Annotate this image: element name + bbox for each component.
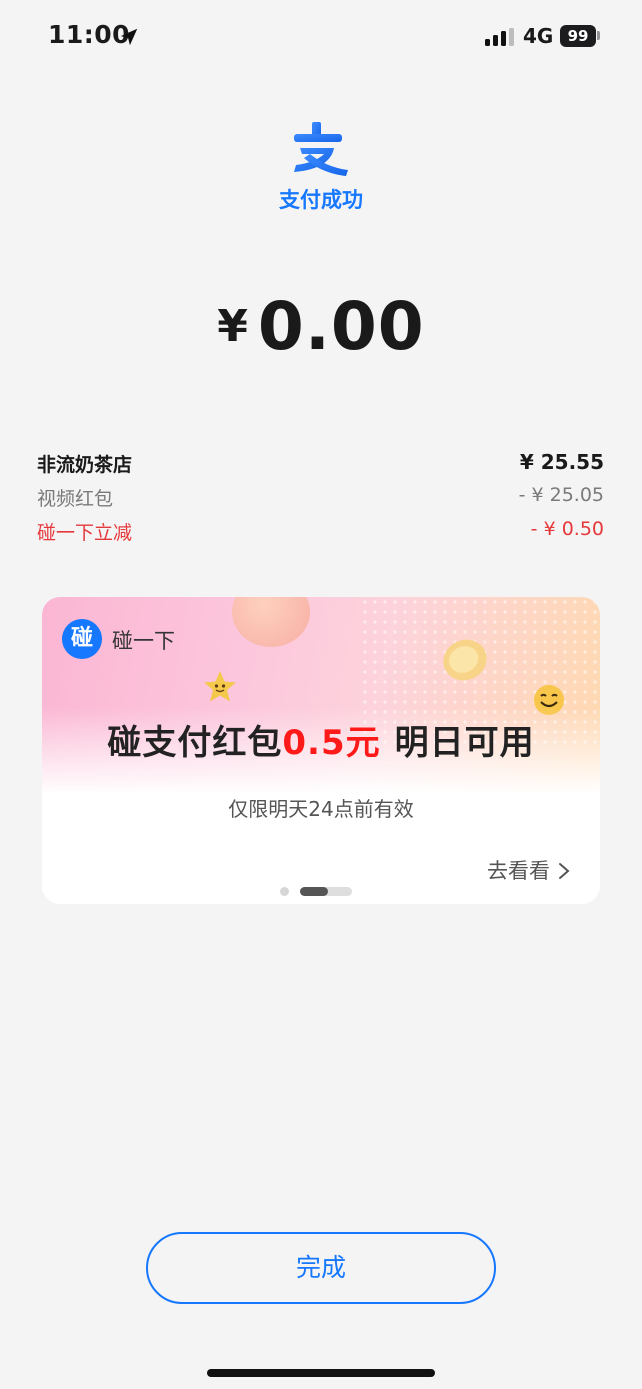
promo-headline-prefix: 碰支付红包 xyxy=(107,723,283,763)
amount-value: 0.00 xyxy=(257,288,425,365)
detail-row-bump-discount: 碰一下立减 - ¥ 0.50 xyxy=(37,518,604,548)
coin-icon xyxy=(443,639,487,681)
payment-success-title: 支付成功 xyxy=(279,188,363,212)
promo-headline-amount: 0.5元 xyxy=(282,723,381,763)
promo-carousel-pager xyxy=(280,886,360,896)
video-red-packet-amount: - ¥ 25.05 xyxy=(518,484,604,506)
detail-row-merchant: 非流奶茶店 ¥ 25.55 xyxy=(37,450,604,480)
paid-amount: ¥0.00 xyxy=(0,288,642,365)
bump-brand-name: 碰一下 xyxy=(112,629,175,653)
pager-dot[interactable] xyxy=(280,887,289,896)
battery-icon: 99 xyxy=(560,25,596,47)
home-indicator[interactable] xyxy=(207,1369,435,1377)
star-face-icon xyxy=(204,671,236,702)
detail-row-video-red-packet: 视频红包 - ¥ 25.05 xyxy=(37,484,604,514)
bump-discount-label: 碰一下立减 xyxy=(37,522,133,544)
merchant-amount: ¥ 25.55 xyxy=(519,450,604,474)
amount-currency: ¥ xyxy=(217,301,248,352)
alipay-logo-icon xyxy=(294,122,348,176)
merchant-name: 非流奶茶店 xyxy=(37,454,133,476)
status-bar: 11:00 4G 99 xyxy=(0,0,642,72)
bump-discount-amount: - ¥ 0.50 xyxy=(530,518,604,540)
promo-headline-suffix: 明日可用 xyxy=(394,723,535,763)
promo-view-link[interactable]: 去看看 xyxy=(487,855,572,885)
pager-active-indicator xyxy=(300,887,328,896)
chevron-right-icon xyxy=(559,863,570,879)
network-type: 4G xyxy=(523,24,554,48)
battery-cap xyxy=(597,31,600,40)
location-arrow-icon xyxy=(120,28,138,46)
promo-card[interactable]: 碰 碰一下 碰支付红包0.5元 明日可用 仅限明天24点前有效 去看看 xyxy=(42,597,600,904)
promo-view-link-label: 去看看 xyxy=(487,859,550,883)
signal-strength-icon xyxy=(485,28,514,46)
bump-brand-logo-icon: 碰 xyxy=(62,619,102,659)
promo-headline: 碰支付红包0.5元 明日可用 xyxy=(42,715,600,764)
payment-success-page: 11:00 4G 99 支付成功 ¥0.00 非流奶茶店 ¥ 25.55 视频红… xyxy=(0,0,642,1389)
video-red-packet-label: 视频红包 xyxy=(37,488,114,510)
promo-validity-note: 仅限明天24点前有效 xyxy=(228,797,414,821)
done-button[interactable]: 完成 xyxy=(146,1232,496,1304)
